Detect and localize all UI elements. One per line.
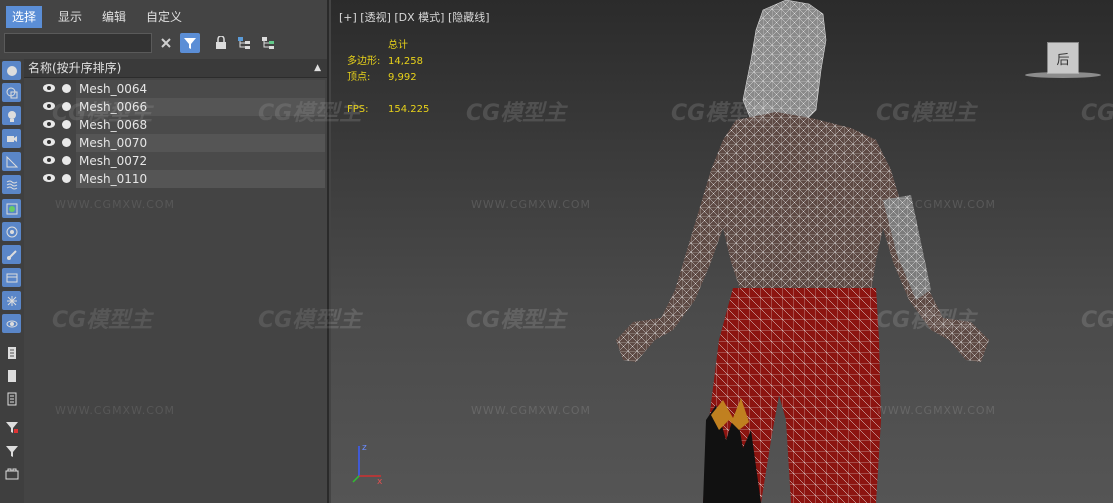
- freeze-dot-icon[interactable]: [62, 174, 71, 183]
- watermark-logo: CG模型主: [466, 101, 567, 126]
- vertices-value: 9,992: [388, 72, 417, 83]
- watermark-logo: CG模型主: [52, 308, 153, 333]
- menu-edit[interactable]: 编辑: [96, 6, 132, 28]
- object-name: Mesh_0110: [79, 172, 148, 186]
- invert-selection-icon[interactable]: [2, 389, 21, 408]
- watermark-logo: CG模型主: [671, 101, 772, 126]
- watermark-url: WWW.CGMXW.COM: [55, 404, 176, 417]
- name-column-header[interactable]: 名称(按升序排序) ▲: [24, 59, 327, 78]
- watermark-logo: CG模型主: [331, 308, 362, 333]
- select-all-icon[interactable]: [2, 343, 21, 362]
- list-item[interactable]: Mesh_0070: [24, 134, 327, 152]
- axis-tripod-icon: z x: [352, 443, 383, 484]
- lights-filter-icon[interactable]: [2, 106, 21, 125]
- freeze-dot-icon[interactable]: [62, 84, 71, 93]
- bones-filter-icon[interactable]: [2, 245, 21, 264]
- filter-options-icon[interactable]: [2, 417, 21, 436]
- watermark-logo: CG模型主: [466, 308, 567, 333]
- explorer-tool-strip: [0, 59, 24, 503]
- shapes-filter-icon[interactable]: [2, 83, 21, 102]
- watermark-logo: CG模型主: [1081, 308, 1113, 333]
- fps-label: FPS:: [347, 104, 369, 115]
- eye-visibility-icon[interactable]: [42, 83, 56, 93]
- sort-ascending-icon: ▲: [314, 63, 321, 73]
- cameras-filter-icon[interactable]: [2, 129, 21, 148]
- list-item[interactable]: Mesh_0072: [24, 152, 327, 170]
- freeze-dot-icon[interactable]: [62, 156, 71, 165]
- column-header-label: 名称(按升序排序): [28, 61, 122, 75]
- watermark-url: WWW.CGMXW.COM: [471, 198, 592, 211]
- axis-z-label: z: [362, 443, 367, 453]
- polygons-value: 14,258: [388, 56, 423, 67]
- watermark-url: WWW.CGMXW.COM: [876, 198, 997, 211]
- filter-icon[interactable]: [2, 441, 21, 460]
- eye-visibility-icon[interactable]: [42, 137, 56, 147]
- search-input[interactable]: [4, 33, 152, 53]
- axis-x-label: x: [377, 477, 383, 484]
- geometry-filter-icon[interactable]: [2, 61, 21, 80]
- list-item[interactable]: Mesh_0110: [24, 170, 327, 188]
- layer-hierarchy-icon[interactable]: [258, 33, 278, 53]
- search-toolbar: [0, 31, 329, 57]
- polygons-label: 多边形:: [347, 56, 381, 67]
- watermark-url: WWW.CGMXW.COM: [471, 404, 592, 417]
- frozen-filter-icon[interactable]: [2, 291, 21, 310]
- object-name: Mesh_0070: [79, 136, 148, 150]
- watermark-logo: CG模型主: [1081, 101, 1113, 126]
- vertices-label: 顶点:: [347, 72, 371, 83]
- viewcube-compass-ring[interactable]: [1025, 72, 1101, 78]
- watermark-logo: CG模型主: [876, 101, 977, 126]
- fps-value: 154.225: [388, 104, 430, 115]
- helpers-filter-icon[interactable]: [2, 152, 21, 171]
- stats-total-label: 总计: [388, 40, 408, 51]
- clear-search-icon[interactable]: [156, 33, 176, 53]
- menu-display[interactable]: 显示: [52, 6, 88, 28]
- menu-select[interactable]: 选择: [6, 6, 43, 28]
- eye-visibility-icon[interactable]: [42, 173, 56, 183]
- menu-customize[interactable]: 自定义: [140, 6, 188, 28]
- groups-filter-icon[interactable]: [2, 199, 21, 218]
- watermark-logo: CG模型主: [876, 308, 977, 333]
- container-icon[interactable]: [2, 464, 21, 483]
- scene-statistics: 总计 多边形: 14,258 顶点: 9,992 FPS: 154.225: [347, 38, 467, 118]
- xrefs-filter-icon[interactable]: [2, 222, 21, 241]
- filter-toggle-icon[interactable]: [180, 33, 200, 53]
- eye-visibility-icon[interactable]: [42, 155, 56, 165]
- watermark-url: WWW.CGMXW.COM: [55, 198, 176, 211]
- viewport-label-menu[interactable]: [+] [透视] [DX 模式] [隐藏线]: [339, 9, 490, 25]
- lock-icon[interactable]: [211, 33, 231, 53]
- watermark-url: WWW.CGMXW.COM: [876, 404, 997, 417]
- select-none-icon[interactable]: [2, 366, 21, 385]
- explorer-menubar: 选择 显示 编辑 自定义: [0, 6, 329, 28]
- viewcube[interactable]: 后: [1047, 42, 1079, 74]
- hidden-filter-icon[interactable]: [2, 314, 21, 333]
- watermark-logo: CG模型主: [52, 101, 153, 126]
- freeze-dot-icon[interactable]: [62, 138, 71, 147]
- hierarchy-icon[interactable]: [234, 33, 254, 53]
- containers-filter-icon[interactable]: [2, 268, 21, 287]
- scene-explorer-panel: 选择 显示 编辑 自定义 名称(按升序排序) ▲ Mesh_0064 Mesh_…: [0, 0, 358, 503]
- object-name: Mesh_0072: [79, 154, 148, 168]
- space-warps-filter-icon[interactable]: [2, 175, 21, 194]
- perspective-viewport[interactable]: CG模型主 CG模型主 CG模型主 CG模型主 CG模型主 WWW.CGMXW.…: [331, 0, 1113, 503]
